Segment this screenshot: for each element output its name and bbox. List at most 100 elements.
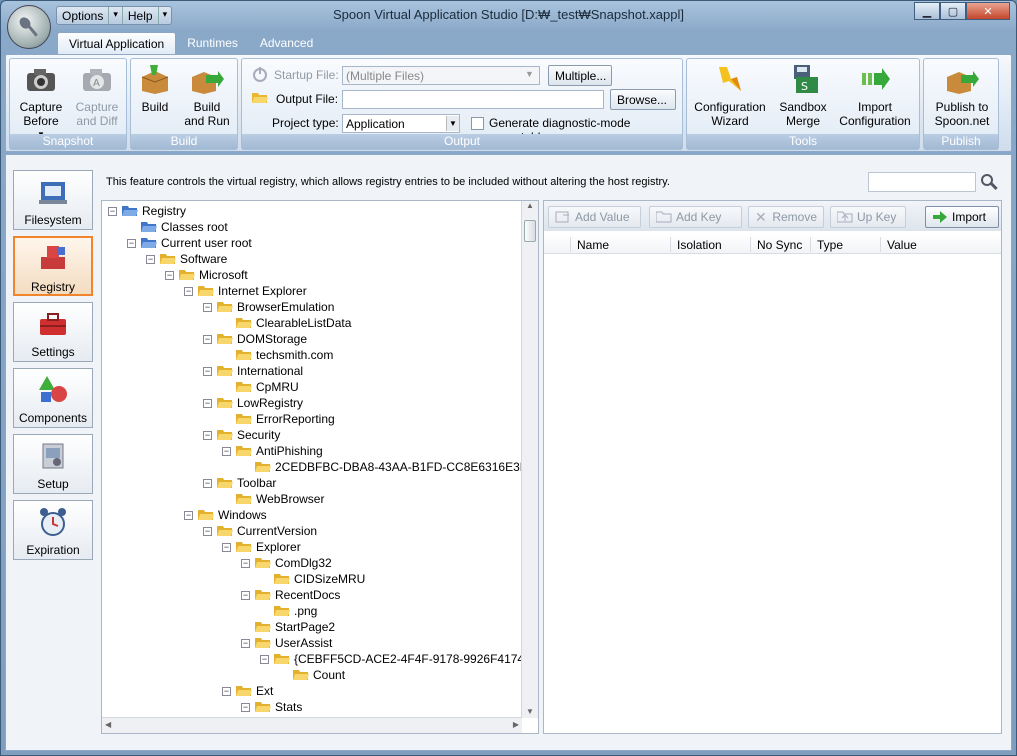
collapse-icon[interactable]: −: [222, 686, 231, 696]
scroll-left-icon[interactable]: ◀: [105, 720, 111, 729]
collapse-icon[interactable]: −: [222, 542, 231, 552]
options-menu[interactable]: Options: [57, 7, 110, 24]
project-type-select[interactable]: Application: [342, 114, 460, 133]
tree-node[interactable]: CpMRU: [222, 379, 299, 395]
collapse-icon[interactable]: −: [241, 702, 250, 712]
collapse-icon[interactable]: −: [146, 254, 155, 264]
scroll-right-icon[interactable]: ▶: [513, 720, 519, 729]
tree-node[interactable]: CIDSizeMRU: [260, 571, 365, 587]
collapse-icon[interactable]: −: [184, 286, 193, 296]
tab-virtual-application[interactable]: Virtual Application: [57, 32, 177, 54]
diagnostic-checkbox[interactable]: [471, 117, 484, 130]
import-button[interactable]: Import: [925, 206, 999, 228]
registry-tree[interactable]: − Stats − Ext Count − {CEBFF5CD-ACE2-4F4F-9178…: [101, 200, 539, 734]
collapse-icon[interactable]: −: [184, 510, 193, 520]
chevron-down-icon[interactable]: ▾: [109, 7, 123, 24]
tree-node[interactable]: − Registry: [108, 203, 186, 219]
sidebar-item-components[interactable]: Components: [13, 368, 93, 428]
configuration-wizard-button[interactable]: Configuration Wizard: [691, 63, 769, 128]
horizontal-scrollbar[interactable]: ◀ ▶: [102, 717, 522, 733]
column-name[interactable]: Name: [577, 238, 609, 252]
collapse-icon[interactable]: −: [241, 590, 250, 600]
chevron-down-icon[interactable]: ▼: [446, 116, 459, 131]
tree-node[interactable]: 2CEDBFBC-DBA8-43AA-B1FD-CC8E6316E3E2: [241, 459, 534, 475]
column-type[interactable]: Type: [817, 238, 843, 252]
collapse-icon[interactable]: −: [203, 302, 212, 312]
maximize-button[interactable]: ▢: [940, 2, 966, 20]
collapse-icon[interactable]: −: [203, 398, 212, 408]
collapse-icon[interactable]: −: [222, 446, 231, 456]
capture-before-button[interactable]: Capture Before ▼: [16, 63, 66, 142]
search-icon[interactable]: [979, 172, 999, 192]
chevron-down-icon[interactable]: ▼: [525, 69, 534, 79]
tree-node[interactable]: − Microsoft: [165, 267, 248, 283]
tree-node[interactable]: − DOMStorage: [203, 331, 307, 347]
collapse-icon[interactable]: −: [108, 206, 117, 216]
tree-node[interactable]: − ComDlg32: [241, 555, 332, 571]
collapse-icon[interactable]: −: [241, 638, 250, 648]
collapse-icon[interactable]: −: [127, 238, 136, 248]
search-input[interactable]: [868, 172, 976, 192]
sandbox-merge-button[interactable]: S Sandbox Merge: [775, 63, 831, 128]
close-button[interactable]: ✕: [966, 2, 1010, 20]
sidebar-item-expiration[interactable]: Expiration: [13, 500, 93, 560]
tree-node[interactable]: Count: [279, 667, 345, 683]
minimize-button[interactable]: ▁: [914, 2, 940, 20]
tree-node[interactable]: − International: [203, 363, 303, 379]
help-menu[interactable]: Help: [123, 7, 159, 24]
tree-node[interactable]: − AntiPhishing: [222, 443, 323, 459]
sidebar-item-settings[interactable]: Settings: [13, 302, 93, 362]
browse-button[interactable]: Browse...: [610, 89, 676, 110]
tree-node[interactable]: ClearableListData: [222, 315, 351, 331]
collapse-icon[interactable]: −: [203, 334, 212, 344]
tab-runtimes[interactable]: Runtimes: [176, 32, 249, 54]
column-no-sync[interactable]: No Sync: [757, 238, 802, 252]
app-menu-button[interactable]: [7, 5, 51, 49]
tree-node[interactable]: − Toolbar: [203, 475, 276, 491]
scrollbar-thumb[interactable]: [524, 220, 536, 242]
tree-node[interactable]: − Software: [146, 251, 227, 267]
tree-node[interactable]: WebBrowser: [222, 491, 324, 507]
sidebar-item-filesystem[interactable]: Filesystem: [13, 170, 93, 230]
remove-button[interactable]: ✕ Remove: [748, 206, 824, 228]
column-value[interactable]: Value: [887, 238, 917, 252]
add-key-button[interactable]: Add Key: [649, 206, 742, 228]
collapse-icon[interactable]: −: [165, 270, 174, 280]
tree-node[interactable]: StartPage2: [241, 619, 335, 635]
publish-to-spoon-button[interactable]: Publish to Spoon.net: [928, 63, 996, 128]
tree-node[interactable]: − Stats: [241, 699, 302, 715]
sidebar-item-setup[interactable]: Setup: [13, 434, 93, 494]
tree-node[interactable]: techsmith.com: [222, 347, 333, 363]
add-value-button[interactable]: Add Value: [548, 206, 641, 228]
tree-node[interactable]: .png: [260, 603, 317, 619]
tree-node[interactable]: − UserAssist: [241, 635, 332, 651]
tree-node[interactable]: − Ext: [222, 683, 273, 699]
scroll-up-icon[interactable]: ▲: [522, 201, 538, 210]
collapse-icon[interactable]: −: [203, 526, 212, 536]
build-button[interactable]: Build: [135, 63, 175, 114]
collapse-icon[interactable]: −: [260, 654, 269, 664]
output-file-field[interactable]: [342, 90, 604, 109]
multiple-button[interactable]: Multiple...: [548, 65, 612, 86]
tree-node[interactable]: − Explorer: [222, 539, 301, 555]
collapse-icon[interactable]: −: [203, 366, 212, 376]
tree-node[interactable]: Classes root: [127, 219, 228, 235]
tree-node[interactable]: − {CEBFF5CD-ACE2-4F4F-9178-9926F41749EA}: [260, 651, 538, 667]
up-key-button[interactable]: Up Key: [830, 206, 906, 228]
sidebar-item-registry[interactable]: Registry: [13, 236, 93, 296]
tree-node[interactable]: − LowRegistry: [203, 395, 303, 411]
capture-diff-button[interactable]: A Capture and Diff: [70, 63, 124, 128]
collapse-icon[interactable]: −: [203, 430, 212, 440]
tree-node[interactable]: − Windows: [184, 507, 267, 523]
scroll-down-icon[interactable]: ▼: [522, 707, 538, 716]
collapse-icon[interactable]: −: [241, 558, 250, 568]
tree-node[interactable]: − CurrentVersion: [203, 523, 317, 539]
vertical-scrollbar[interactable]: ▲ ▼: [521, 201, 538, 718]
tab-advanced[interactable]: Advanced: [249, 32, 324, 54]
tree-node[interactable]: − BrowserEmulation: [203, 299, 334, 315]
import-configuration-button[interactable]: Import Configuration: [835, 63, 915, 128]
build-and-run-button[interactable]: Build and Run: [179, 63, 235, 128]
startup-file-field[interactable]: (Multiple Files): [342, 66, 540, 85]
collapse-icon[interactable]: −: [203, 478, 212, 488]
tree-node[interactable]: ErrorReporting: [222, 411, 335, 427]
